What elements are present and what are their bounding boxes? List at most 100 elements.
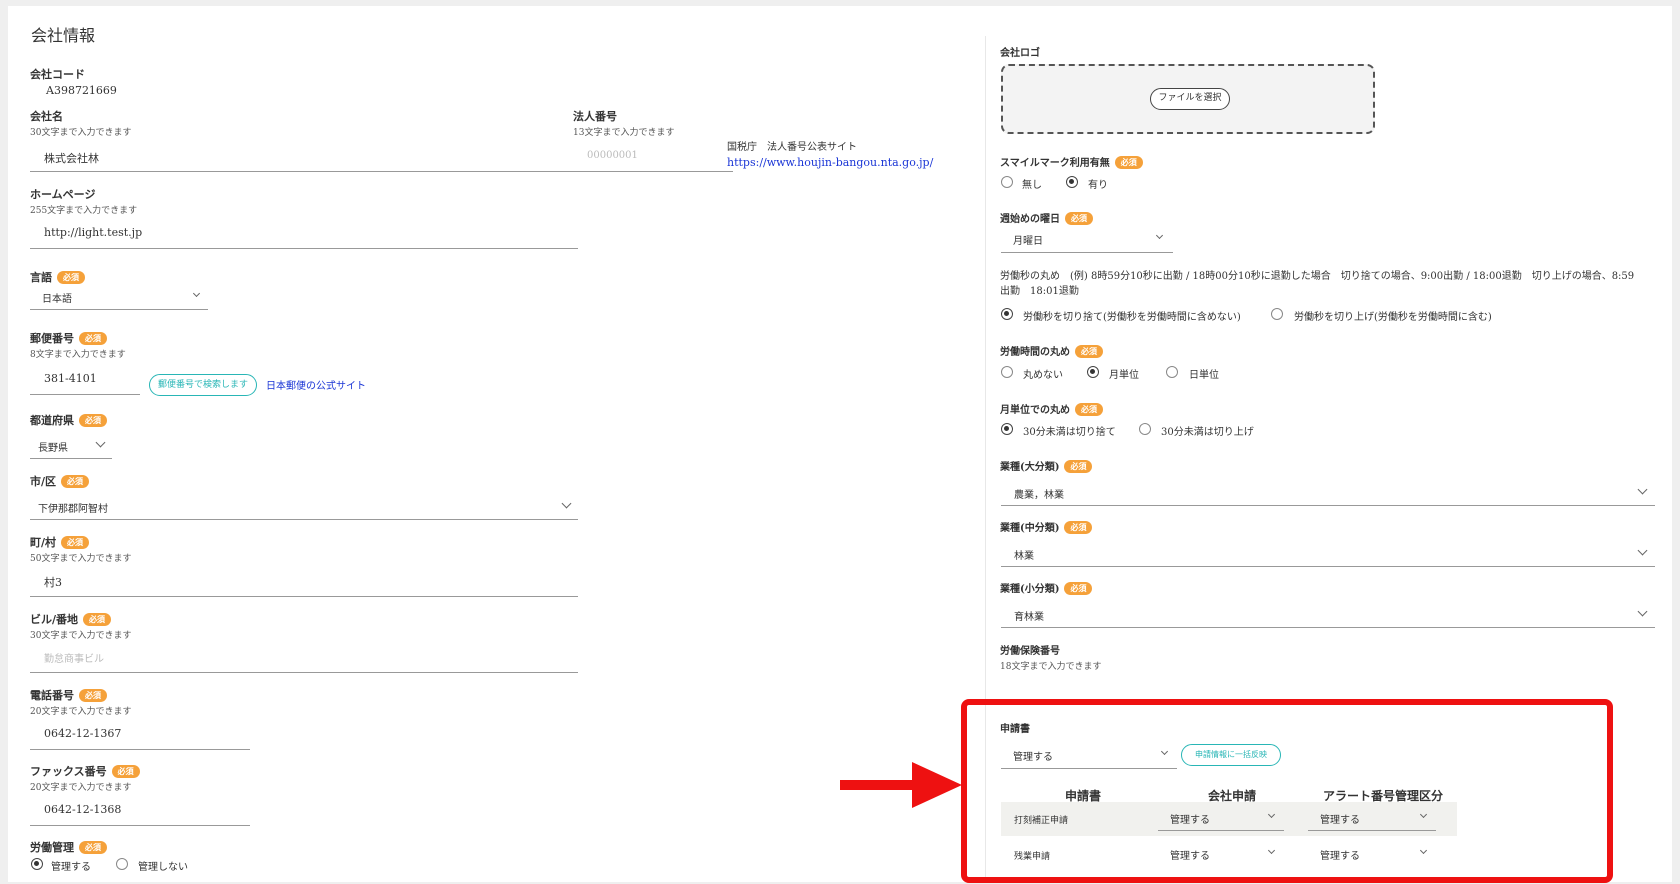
required-badge: 必須	[57, 271, 85, 284]
phone-hint: 20文字まで入力できます	[30, 707, 132, 717]
building-label-text: ビル/番地	[30, 613, 79, 626]
building-label: ビル/番地 必須	[30, 611, 112, 627]
city-underline	[30, 519, 578, 520]
highlight-box	[961, 699, 1613, 883]
labor-manage-radio[interactable]	[31, 858, 43, 870]
arrow-head	[912, 762, 962, 808]
company-code-value: A398721669	[46, 84, 117, 97]
phone-label: 電話番号 必須	[30, 687, 107, 703]
smile-none-radio[interactable]	[1001, 176, 1013, 188]
required-badge: 必須	[1065, 212, 1093, 225]
industry-middle-select[interactable]: 林業	[1001, 543, 1655, 565]
city-label: 市/区 必須	[30, 473, 90, 489]
company-name-value: 株式会社林	[44, 152, 99, 165]
industry-major-underline	[1001, 505, 1655, 506]
corporate-number-input[interactable]: 00000001	[573, 146, 733, 170]
industry-major-label: 業種(大分類) 必須	[1000, 458, 1093, 473]
seconds-roundup-label: 労働秒を切り上げ(労働秒を労働時間に含む)	[1294, 312, 1492, 323]
required-badge: 必須	[1064, 582, 1093, 595]
postal-search-button[interactable]: 郵便番号で検索します	[149, 374, 257, 396]
prefecture-value: 長野県	[38, 443, 68, 454]
week-start-select[interactable]: 月曜日	[1001, 228, 1173, 250]
monthly-rounding-label: 月単位での丸め 必須	[1000, 401, 1103, 416]
industry-minor-select[interactable]: 育林業	[1001, 604, 1655, 626]
corporate-number-hint: 13文字まで入力できます	[573, 128, 675, 138]
fax-input[interactable]: 0642-12-1368	[30, 799, 250, 823]
building-underline	[30, 672, 578, 673]
city-select[interactable]: 下伊那郡阿智村	[30, 496, 578, 518]
required-badge: 必須	[79, 332, 107, 345]
labor-no-manage-option-label: 管理しない	[138, 862, 188, 873]
industry-middle-value: 林業	[1014, 551, 1034, 562]
time-daily-label: 日単位	[1189, 370, 1219, 381]
time-monthly-radio[interactable]	[1087, 366, 1099, 378]
week-start-value: 月曜日	[1013, 236, 1043, 247]
industry-middle-label: 業種(中分類) 必須	[1000, 519, 1093, 534]
language-label: 言語 必須	[30, 269, 85, 285]
red-arrow-icon	[840, 762, 962, 808]
labor-insurance-label: 労働保険番号	[1000, 646, 1060, 657]
chevron-down-icon	[192, 289, 201, 298]
prefecture-label: 都道府県 必須	[30, 412, 107, 428]
homepage-underline	[30, 248, 578, 249]
prefecture-select[interactable]: 長野県	[30, 435, 112, 457]
japan-post-site-link[interactable]: 日本郵便の公式サイト	[266, 377, 366, 392]
corporate-number-site-link[interactable]: https://www.houjin-bangou.nta.go.jp/	[727, 156, 933, 169]
seconds-rounding-label-line1: 労働秒の丸め (例) 8時59分10秒に出勤 / 18時00分10秒に退勤した場…	[1000, 271, 1635, 282]
required-badge: 必須	[79, 841, 107, 854]
required-badge: 必須	[1075, 345, 1103, 358]
smile-yes-radio[interactable]	[1066, 176, 1078, 188]
seconds-truncate-label: 労働秒を切り捨て(労働秒を労働時間に含めない)	[1023, 312, 1241, 323]
phone-input[interactable]: 0642-12-1367	[30, 723, 250, 747]
time-rounding-label: 労働時間の丸め 必須	[1000, 343, 1103, 358]
language-select[interactable]: 日本語	[30, 286, 208, 308]
required-badge: 必須	[61, 536, 90, 549]
company-name-input[interactable]: 株式会社林	[30, 146, 578, 170]
prefecture-underline	[30, 458, 112, 459]
required-badge: 必須	[79, 414, 107, 427]
labor-no-manage-radio[interactable]	[116, 858, 128, 870]
fax-value: 0642-12-1368	[44, 803, 122, 816]
week-start-underline	[1001, 252, 1173, 253]
industry-major-select[interactable]: 農業，林業	[1001, 482, 1655, 504]
industry-major-label-text: 業種(大分類)	[1000, 462, 1060, 473]
required-badge: 必須	[1064, 460, 1093, 473]
required-badge: 必須	[1075, 403, 1103, 416]
week-start-label-text: 週始めの曜日	[1000, 214, 1060, 225]
logo-dropzone[interactable]: ファイルを選択	[1001, 64, 1375, 134]
seconds-roundup-radio[interactable]	[1271, 308, 1283, 320]
fax-underline	[30, 825, 250, 826]
corporate-number-label: 法人番号	[573, 110, 617, 123]
language-label-text: 言語	[30, 271, 52, 284]
time-daily-radio[interactable]	[1166, 366, 1178, 378]
monthly-truncate-radio[interactable]	[1001, 423, 1013, 435]
homepage-input[interactable]: http://light.test.jp	[30, 222, 578, 246]
monthly-roundup-radio[interactable]	[1139, 423, 1151, 435]
chevron-down-icon	[1637, 545, 1648, 556]
labor-insurance-input[interactable]	[1001, 678, 1201, 700]
phone-label-text: 電話番号	[30, 689, 74, 702]
industry-middle-label-text: 業種(中分類)	[1000, 523, 1060, 534]
company-name-label: 会社名	[30, 110, 63, 123]
town-underline	[30, 596, 578, 597]
logo-label: 会社ロゴ	[1000, 48, 1040, 59]
chevron-down-icon	[1637, 484, 1648, 495]
postal-code-input[interactable]: 381-4101	[30, 368, 140, 392]
required-badge: 必須	[61, 475, 90, 488]
time-no-rounding-radio[interactable]	[1001, 366, 1013, 378]
town-input[interactable]: 村3	[30, 570, 578, 594]
homepage-hint: 255文字まで入力できます	[30, 206, 138, 216]
seconds-rounding-label: 労働秒の丸め (例) 8時59分10秒に出勤 / 18時00分10秒に退勤した場…	[1000, 269, 1634, 299]
industry-minor-label: 業種(小分類) 必須	[1000, 580, 1093, 595]
choose-file-button[interactable]: ファイルを選択	[1150, 88, 1230, 110]
time-no-rounding-label: 丸めない	[1023, 370, 1063, 381]
phone-underline	[30, 749, 250, 750]
town-label-text: 町/村	[30, 536, 57, 549]
homepage-value: http://light.test.jp	[44, 226, 143, 239]
phone-value: 0642-12-1367	[44, 727, 122, 740]
building-placeholder: 勤怠商事ビル	[44, 654, 104, 665]
smile-yes-label: 有り	[1088, 180, 1108, 191]
seconds-truncate-radio[interactable]	[1001, 308, 1013, 320]
chevron-down-icon	[561, 498, 572, 509]
building-input[interactable]: 勤怠商事ビル	[30, 646, 578, 670]
